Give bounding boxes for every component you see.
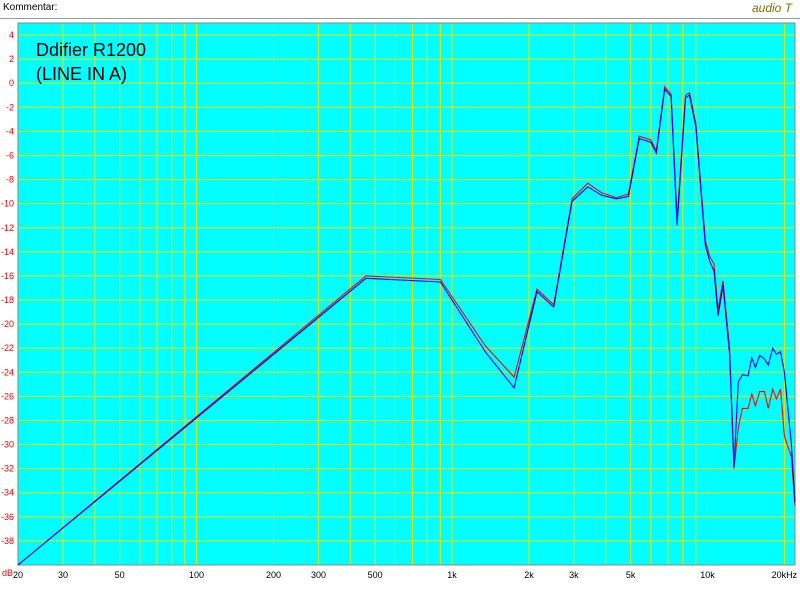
x-tick-label: 20	[13, 570, 23, 580]
y-tick-label: -28	[1, 415, 14, 425]
x-tick-label: 500	[368, 570, 383, 580]
chart-title-line: (LINE IN A)	[36, 64, 127, 84]
y-tick-label: -10	[1, 199, 14, 209]
frequency-response-chart: 420-2-4-6-8-10-12-14-16-18-20-22-24-26-2…	[1, 22, 798, 580]
y-tick-label: 4	[9, 30, 14, 40]
x-tick-label: 30	[58, 570, 68, 580]
y-tick-label: -38	[1, 536, 14, 546]
y-tick-label: -20	[1, 319, 14, 329]
x-tick-label: 300	[311, 570, 326, 580]
x-tick-label: 10k	[700, 570, 715, 580]
y-tick-label: -34	[1, 488, 14, 498]
y-tick-label: -8	[6, 175, 14, 185]
y-tick-label: -36	[1, 512, 14, 522]
y-unit-label: dB	[2, 568, 13, 578]
x-tick-label: 5k	[626, 570, 636, 580]
x-tick-label: 3k	[569, 570, 579, 580]
chart-title-line: Ddifier R1200	[36, 40, 146, 60]
x-tick-label: 200	[266, 570, 281, 580]
plot-background	[18, 23, 795, 565]
y-tick-label: -30	[1, 440, 14, 450]
y-tick-label: -4	[6, 126, 14, 136]
x-tick-label: 50	[115, 570, 125, 580]
y-tick-label: -2	[6, 102, 14, 112]
x-axis-ticks: 20 30 50 100 200 300 500 1k 2k 3k 5k 10k 20kHz	[13, 570, 798, 580]
x-tick-label: 1k	[447, 570, 457, 580]
y-tick-label: -32	[1, 464, 14, 474]
y-tick-label: 0	[9, 78, 14, 88]
y-tick-label: -22	[1, 343, 14, 353]
y-tick-label: -6	[6, 150, 14, 160]
y-tick-label: -16	[1, 271, 14, 281]
y-tick-label: -18	[1, 295, 14, 305]
x-tick-label: 100	[189, 570, 204, 580]
y-tick-label: -12	[1, 223, 14, 233]
y-tick-label: 2	[9, 54, 14, 64]
x-tick-label: 2k	[524, 570, 534, 580]
y-tick-label: -14	[1, 247, 14, 257]
y-tick-label: -26	[1, 391, 14, 401]
y-axis-ticks: 4 2 0 -2 -4 -6 -8 -10 -12 -14 -16 -18 -20 -22 -24 -26 -2…	[1, 30, 14, 578]
x-tick-label: 20kHz	[772, 570, 798, 580]
y-tick-label: -24	[1, 367, 14, 377]
